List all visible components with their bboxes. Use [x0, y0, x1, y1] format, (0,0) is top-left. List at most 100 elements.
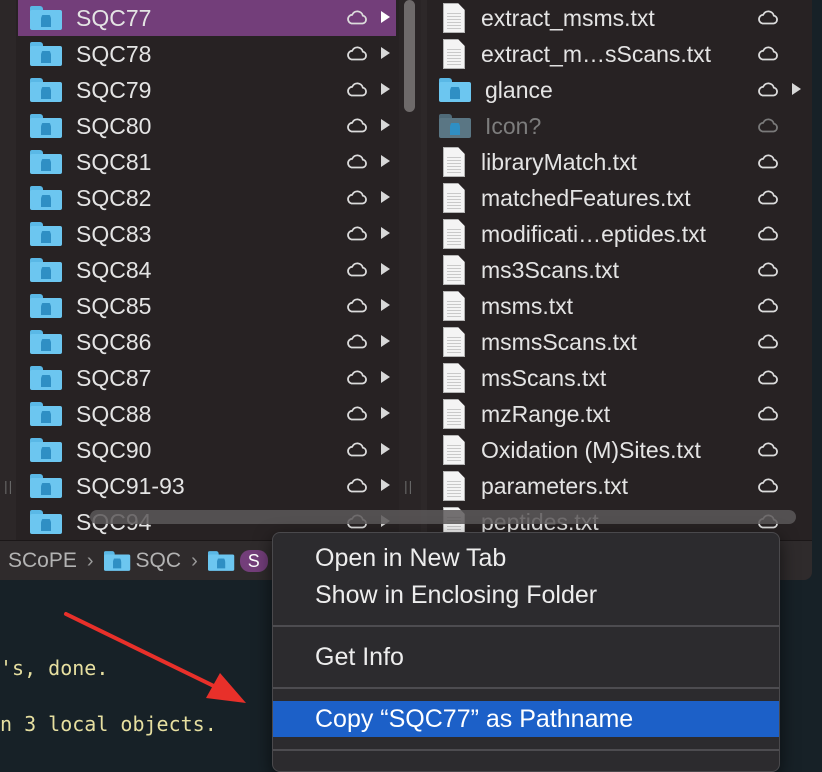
item-name: SQC79	[76, 76, 152, 103]
folder-row[interactable]: SQC91-93	[18, 468, 396, 504]
icloud-icon[interactable]	[346, 154, 367, 169]
icloud-icon[interactable]	[346, 82, 367, 97]
icloud-icon[interactable]	[346, 10, 367, 25]
file-row[interactable]: libraryMatch.txt	[427, 144, 807, 180]
icloud-icon[interactable]	[757, 118, 778, 133]
disclosure-arrow-icon	[381, 83, 390, 95]
folder-row[interactable]: SQC82	[18, 180, 396, 216]
folder-icon	[30, 114, 62, 138]
folder-row[interactable]: SQC84	[18, 252, 396, 288]
folder-row[interactable]: SQC77	[18, 0, 396, 36]
horizontal-scrollbar[interactable]	[90, 510, 796, 524]
path-segment-sqc77[interactable]: S	[207, 549, 268, 573]
folder-icon	[30, 510, 62, 534]
disclosure-arrow-icon	[381, 263, 390, 275]
folder-row[interactable]: SQC87	[18, 360, 396, 396]
text-file-icon	[443, 255, 465, 285]
item-name: extract_m…sScans.txt	[481, 40, 712, 67]
folder-row[interactable]: SQC85	[18, 288, 396, 324]
file-row[interactable]: Icon?	[427, 108, 807, 144]
item-name: SQC91-93	[76, 472, 185, 499]
item-name: SQC81	[76, 148, 152, 175]
resize-grip-left[interactable]: ||	[4, 478, 13, 494]
icloud-icon[interactable]	[346, 46, 367, 61]
icloud-icon[interactable]	[757, 46, 778, 61]
folder-icon	[30, 186, 62, 210]
icloud-icon[interactable]	[346, 370, 367, 385]
menu-item-show-in-enclosing-folder[interactable]: Show in Enclosing Folder	[273, 577, 779, 613]
disclosure-arrow-icon	[381, 479, 390, 491]
item-name: ms3Scans.txt	[481, 256, 620, 283]
folder-icon	[30, 6, 62, 30]
text-file-icon	[443, 471, 465, 501]
path-segment-sqc[interactable]: SQC	[103, 549, 181, 573]
icloud-icon[interactable]	[757, 82, 778, 97]
folder-icon	[207, 551, 234, 571]
item-name: SQC77	[76, 4, 152, 31]
folder-row[interactable]: SQC80	[18, 108, 396, 144]
icloud-icon[interactable]	[757, 190, 778, 205]
icloud-icon[interactable]	[346, 118, 367, 133]
folder-row[interactable]: SQC90	[18, 432, 396, 468]
folder-row[interactable]: SQC83	[18, 216, 396, 252]
file-row[interactable]: ms3Scans.txt	[427, 252, 807, 288]
file-row[interactable]: matchedFeatures.txt	[427, 180, 807, 216]
folder-icon	[439, 114, 471, 138]
folder-icon	[439, 78, 471, 102]
file-row[interactable]: msmsScans.txt	[427, 324, 807, 360]
icloud-icon[interactable]	[346, 406, 367, 421]
disclosure-arrow-icon	[381, 227, 390, 239]
menu-item-copy-as-pathname[interactable]: Copy “SQC77” as Pathname	[273, 701, 779, 737]
disclosure-arrow-icon	[381, 155, 390, 167]
menu-item-open-in-new-tab[interactable]: Open in New Tab	[273, 540, 779, 576]
icloud-icon[interactable]	[757, 298, 778, 313]
icloud-icon[interactable]	[346, 442, 367, 457]
item-name: glance	[485, 76, 553, 103]
terminal-line: n 3 local objects.	[0, 712, 217, 736]
folder-row[interactable]: SQC86	[18, 324, 396, 360]
disclosure-arrow-icon	[381, 47, 390, 59]
folder-icon	[30, 42, 62, 66]
icloud-icon[interactable]	[346, 190, 367, 205]
menu-item-get-info[interactable]: Get Info	[273, 639, 779, 675]
folder-row[interactable]: SQC88	[18, 396, 396, 432]
icloud-icon[interactable]	[346, 298, 367, 313]
path-segment-scope[interactable]: SCoPE	[8, 549, 77, 573]
icloud-icon[interactable]	[757, 406, 778, 421]
file-row[interactable]: mzRange.txt	[427, 396, 807, 432]
folder-row[interactable]: SQC79	[18, 72, 396, 108]
icloud-icon[interactable]	[757, 262, 778, 277]
folder-icon	[30, 294, 62, 318]
folder-row[interactable]: SQC78	[18, 36, 396, 72]
icloud-icon[interactable]	[757, 334, 778, 349]
column-scrollbar[interactable]	[404, 0, 415, 112]
icloud-icon[interactable]	[757, 10, 778, 25]
file-row[interactable]: Oxidation (M)Sites.txt	[427, 432, 807, 468]
file-row[interactable]: extract_m…sScans.txt	[427, 36, 807, 72]
file-row[interactable]: modificati…eptides.txt	[427, 216, 807, 252]
menu-separator	[273, 687, 779, 689]
icloud-icon[interactable]	[757, 154, 778, 169]
icloud-icon[interactable]	[757, 478, 778, 493]
left-gutter	[0, 0, 16, 540]
file-row[interactable]: parameters.txt	[427, 468, 807, 504]
icloud-icon[interactable]	[757, 370, 778, 385]
icloud-icon[interactable]	[346, 478, 367, 493]
file-row[interactable]: msScans.txt	[427, 360, 807, 396]
icloud-icon[interactable]	[346, 226, 367, 241]
menu-separator	[273, 749, 779, 751]
file-row[interactable]: extract_msms.txt	[427, 0, 807, 36]
text-file-icon	[443, 291, 465, 321]
icloud-icon[interactable]	[346, 334, 367, 349]
text-file-icon	[443, 39, 465, 69]
folder-list-column: SQC77 SQC78 SQC79 SQC80 SQC81 SQC82 SQC83 SQC84…	[18, 0, 396, 540]
folder-row[interactable]: SQC81	[18, 144, 396, 180]
disclosure-arrow-icon	[381, 443, 390, 455]
icloud-icon[interactable]	[346, 262, 367, 277]
text-file-icon	[443, 147, 465, 177]
icloud-icon[interactable]	[757, 226, 778, 241]
file-row[interactable]: glance	[427, 72, 807, 108]
resize-grip-middle[interactable]: ||	[404, 478, 413, 494]
file-row[interactable]: msms.txt	[427, 288, 807, 324]
icloud-icon[interactable]	[757, 442, 778, 457]
